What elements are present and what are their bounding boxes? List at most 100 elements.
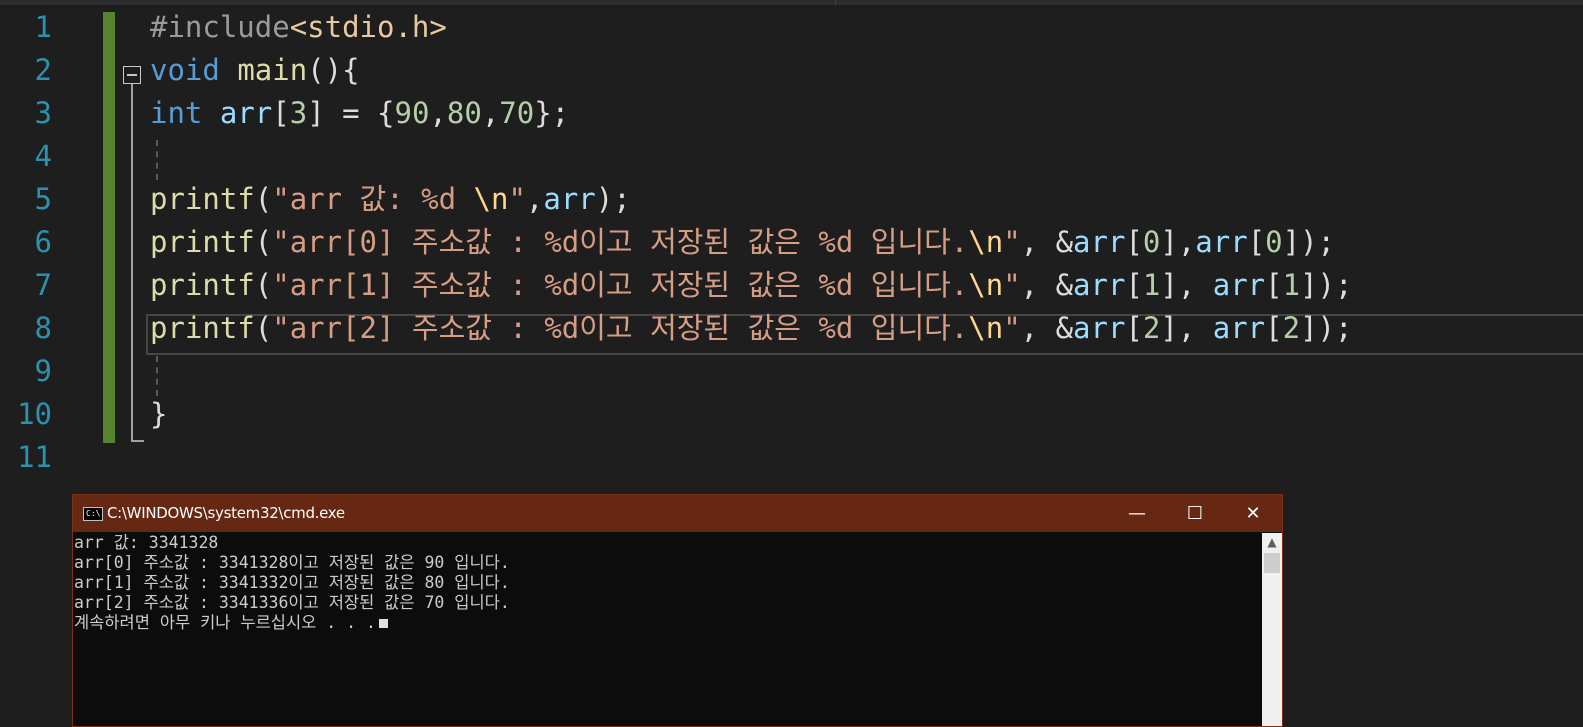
line-number: 4 [34,139,52,173]
editor-top-strip [0,0,1583,5]
code-token: , [481,96,500,130]
minimize-button[interactable]: — [1108,495,1166,532]
code-token: ] = { [307,96,395,130]
code-line[interactable]: printf("arr 값: %d \n",arr); [150,178,631,221]
code-token: 1 [1142,268,1161,302]
console-line: arr[2] 주소값 : 3341336이고 저장된 값은 70 입니다. [74,593,510,612]
console-title: C:\WINDOWS\system32\cmd.exe [107,504,345,522]
code-token: " [1003,311,1021,345]
console-prompt-line: 계속하려면 아무 키나 누르십시오 . . . [74,613,1260,633]
code-token: 80 [446,96,482,130]
code-token: "arr 값: %d [272,182,474,216]
line-number: 9 [34,354,52,388]
code-line[interactable]: void main(){ [150,49,360,92]
line-number: 7 [34,268,52,302]
code-token: " [1003,225,1021,259]
code-token: ( [254,311,273,345]
code-token: , & [1020,225,1074,259]
code-token: "arr[1] 주소값 : %d이고 저장된 값은 %d 입니다. [272,268,969,302]
code-token: 0 [1265,225,1283,259]
code-token: ], [1160,225,1196,259]
code-line[interactable]: } [150,393,167,436]
code-editor[interactable]: 1 2 3 4 5 6 7 8 9 10 11 #include<stdio.h> void main… [0,6,1583,496]
code-token: , & [1020,268,1074,302]
code-token: , [429,96,447,130]
code-token: 90 [394,96,430,130]
maximize-button[interactable]: ☐ [1166,495,1224,532]
code-token: [ [1125,311,1143,345]
code-token: , & [1020,311,1074,345]
code-token: arr [1073,268,1126,302]
close-button[interactable]: ✕ [1224,495,1282,532]
code-token: 70 [499,96,535,130]
code-token: [ [1265,311,1283,345]
code-token: \n [473,182,509,216]
line-number: 6 [34,225,52,259]
console-window[interactable]: C:\ C:\WINDOWS\system32\cmd.exe — ☐ ✕ ar… [72,494,1283,727]
code-line[interactable]: printf("arr[2] 주소값 : %d이고 저장된 값은 %d 입니다.… [150,307,1352,350]
console-output[interactable]: arr 값: 3341328 arr[0] 주소값 : 3341328이고 저장… [74,533,1260,726]
code-token: }; [534,96,570,130]
code-token: ]); [1300,268,1353,302]
console-line: arr 값: 3341328 [74,533,219,552]
code-token: printf [150,268,255,302]
tab-divider [835,0,836,5]
code-token: , [525,182,544,216]
indent-guide [156,356,158,396]
scroll-thumb[interactable] [1264,553,1280,573]
code-token: "arr[0] 주소값 : %d이고 저장된 값은 %d 입니다. [272,225,969,259]
change-tracking-bar [103,12,115,443]
fold-region-end [131,440,144,442]
code-line[interactable]: #include<stdio.h> [150,6,447,49]
console-line: arr[1] 주소값 : 3341332이고 저장된 값은 80 입니다. [74,573,510,592]
console-line: arr[0] 주소값 : 3341328이고 저장된 값은 90 입니다. [74,553,510,572]
code-token: arr [1195,225,1248,259]
code-token: \n [968,311,1004,345]
console-title-bar[interactable]: C:\ C:\WINDOWS\system32\cmd.exe — ☐ ✕ [73,495,1282,532]
code-token: arr [1073,225,1126,259]
code-token: arr [1073,311,1126,345]
code-token: ( [254,268,273,302]
code-token: arr [219,96,273,130]
code-token: [ [1125,268,1143,302]
line-number: 11 [17,440,52,474]
code-token: " [508,182,526,216]
code-line[interactable]: int arr[3] = {90,80,70}; [150,92,569,135]
code-token: [ [1125,225,1143,259]
code-token: ); [595,182,631,216]
code-token: " [1003,268,1021,302]
code-token: 2 [1282,311,1301,345]
code-token: printf [150,225,255,259]
console-scrollbar[interactable]: ▲ [1262,533,1282,726]
code-token: ], [1160,311,1213,345]
code-token: [ [1247,225,1266,259]
code-token: int [150,96,203,130]
code-token: ( [254,225,273,259]
line-number: 1 [34,10,52,44]
code-token: ]); [1282,225,1336,259]
code-token: } [150,397,168,431]
collapse-icon[interactable] [123,66,141,84]
scroll-up-arrow-icon[interactable]: ▲ [1262,533,1282,551]
code-token: (){ [307,53,360,87]
code-token: arr [1212,311,1266,345]
code-token: 0 [1142,225,1161,259]
code-token: ( [254,182,273,216]
code-token: printf [150,311,255,345]
code-token: 2 [1142,311,1161,345]
line-number: 5 [34,182,52,216]
code-token: arr [1212,268,1266,302]
code-line[interactable]: printf("arr[1] 주소값 : %d이고 저장된 값은 %d 입니다.… [150,264,1352,307]
text-cursor [378,619,388,628]
code-token: 1 [1282,268,1301,302]
cmd-prompt-icon: C:\ [83,507,103,521]
line-number: 8 [34,311,52,345]
code-token: ], [1160,268,1213,302]
fold-region-line [131,84,133,442]
code-token: \n [968,268,1004,302]
line-number: 10 [17,397,52,431]
code-token: 3 [289,96,308,130]
code-token: void [150,53,220,87]
code-line[interactable]: printf("arr[0] 주소값 : %d이고 저장된 값은 %d 입니다.… [150,221,1335,264]
